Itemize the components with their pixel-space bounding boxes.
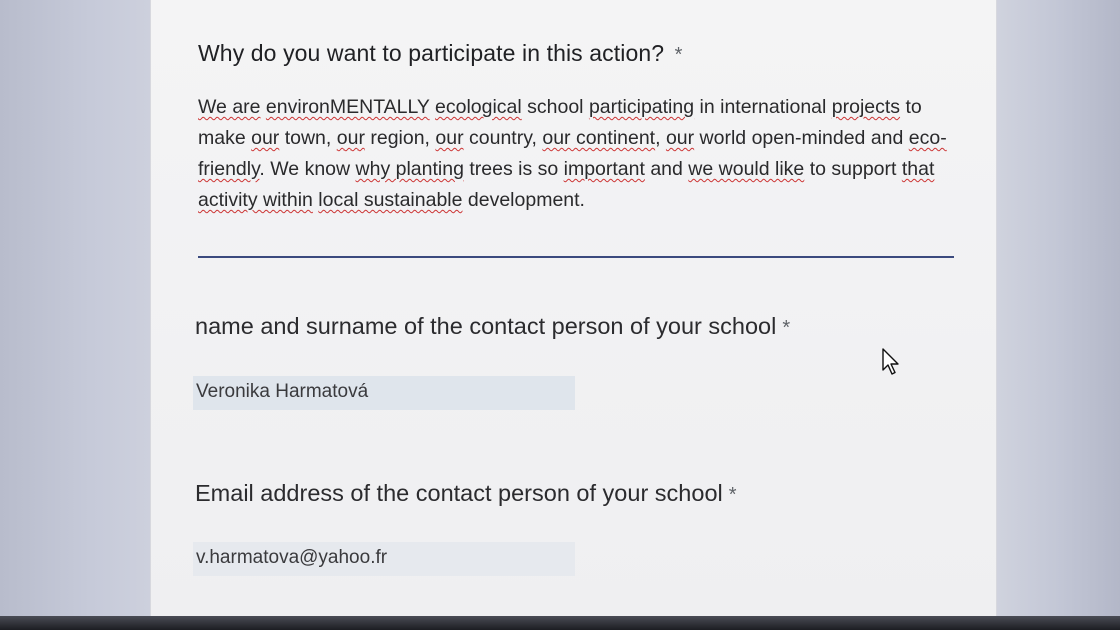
required-asterisk: *	[782, 317, 791, 339]
spellcheck-word: our	[435, 127, 464, 149]
answer-text-segment: trees is so	[463, 158, 564, 180]
answer-text-segment: school	[521, 96, 589, 118]
answer-text-segment: town,	[279, 127, 337, 149]
spellcheck-word: We are	[198, 96, 261, 118]
answer-text-segment: country,	[463, 127, 543, 149]
spellcheck-word: we would like	[688, 158, 805, 180]
answer-text-segment: to support	[804, 158, 902, 180]
spellcheck-word: that	[901, 158, 935, 180]
contact-email-label: Email address of the contact person of y…	[195, 480, 737, 507]
desktop-background-left	[0, 0, 150, 630]
required-asterisk: *	[674, 44, 683, 66]
answer-text-segment: ,	[655, 127, 666, 149]
spellcheck-word: our continent	[542, 127, 656, 149]
desktop-background-right	[995, 0, 1120, 630]
answer-textarea[interactable]: We are environMENTALLY ecological school…	[198, 92, 958, 216]
spellcheck-word: our	[336, 127, 365, 149]
contact-email-input[interactable]: v.harmatova@yahoo.fr	[193, 542, 575, 576]
spellcheck-word: activity within	[198, 189, 313, 211]
spellcheck-word: projects	[831, 96, 901, 118]
answer-text-segment: and	[644, 158, 689, 180]
question-title-text: Why do you want to participate in this a…	[198, 40, 665, 66]
monitor-bezel	[0, 616, 1120, 630]
answer-text-segment: . We know	[259, 158, 356, 180]
mouse-pointer-icon	[882, 348, 899, 375]
spellcheck-word: important	[563, 158, 645, 180]
answer-text-segment: region,	[364, 127, 436, 149]
spellcheck-word: environMENTALLY	[265, 96, 430, 118]
spellcheck-word: participating	[588, 96, 695, 118]
spellcheck-word: why planting	[355, 158, 464, 180]
form-card: Why do you want to participate in this a…	[150, 0, 997, 616]
spellcheck-word: local sustainable	[318, 189, 463, 211]
question-title: Why do you want to participate in this a…	[198, 40, 683, 67]
spellcheck-word: ecological	[435, 96, 522, 118]
answer-text-segment: world open-minded and	[694, 127, 909, 149]
spellcheck-word: our	[251, 127, 280, 149]
answer-text-segment: in international	[694, 96, 832, 118]
required-asterisk: *	[728, 484, 737, 506]
answer-focus-underline	[198, 256, 954, 258]
contact-email-label-text: Email address of the contact person of y…	[195, 480, 723, 506]
contact-name-label: name and surname of the contact person o…	[195, 313, 790, 340]
contact-name-label-text: name and surname of the contact person o…	[195, 313, 777, 339]
answer-text-segment: development.	[462, 189, 585, 211]
spellcheck-word: our	[665, 127, 695, 149]
contact-name-input[interactable]: Veronika Harmatová	[193, 376, 575, 410]
